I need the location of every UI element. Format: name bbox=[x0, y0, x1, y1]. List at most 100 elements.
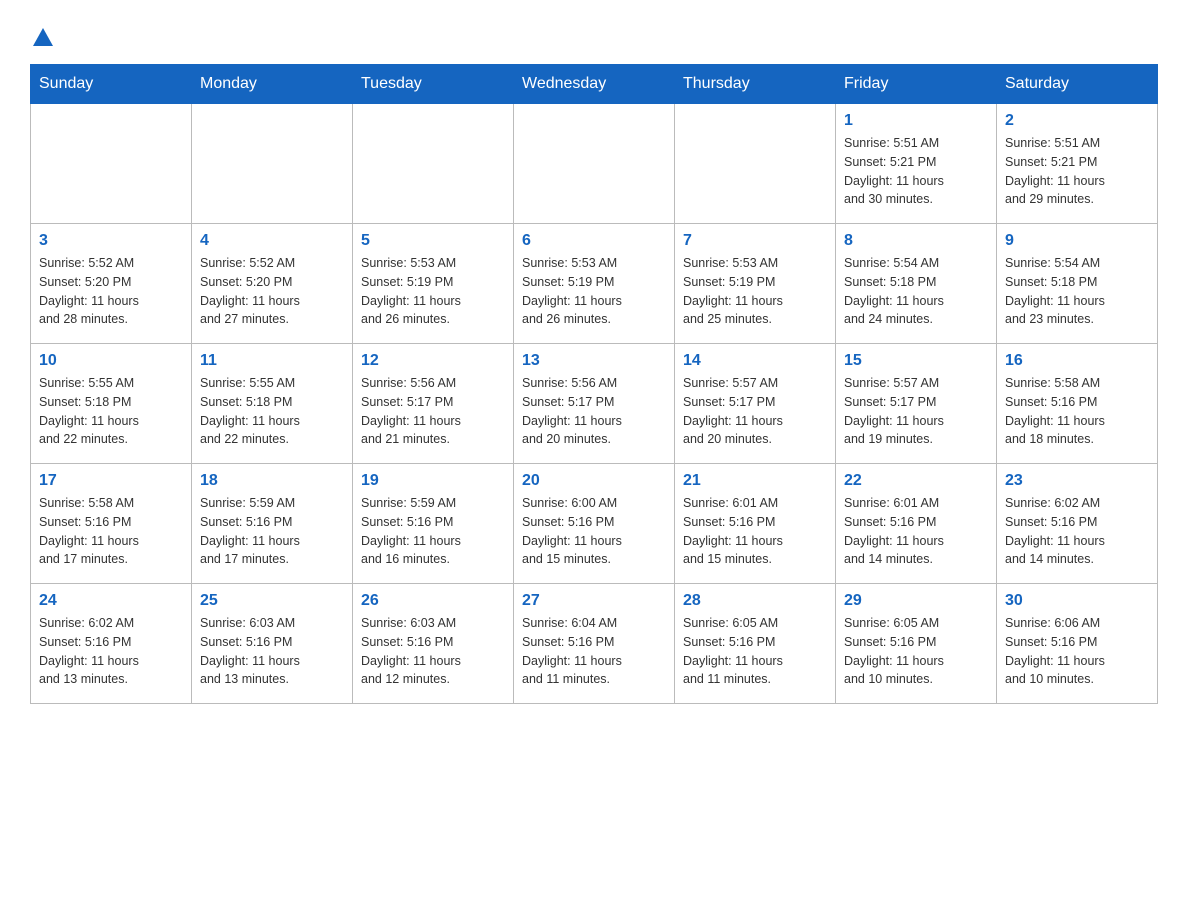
day-number: 27 bbox=[522, 592, 666, 610]
weekday-header-thursday: Thursday bbox=[675, 65, 836, 104]
weekday-header-monday: Monday bbox=[192, 65, 353, 104]
week-row-2: 3Sunrise: 5:52 AMSunset: 5:20 PMDaylight… bbox=[31, 224, 1158, 344]
calendar-cell: 2 Sunrise: 5:51 AMSunset: 5:21 PMDaylight… bbox=[997, 104, 1158, 224]
day-info: Sunrise: 6:01 AMSunset: 5:16 PMDaylight:… bbox=[844, 494, 988, 569]
day-number: 9 bbox=[1005, 232, 1149, 250]
calendar-cell: 22 Sunrise: 6:01 AMSunset: 5:16 PMDayligh… bbox=[836, 464, 997, 584]
calendar-cell: 3Sunrise: 5:52 AMSunset: 5:20 PMDaylight… bbox=[31, 224, 192, 344]
calendar-cell: 17 Sunrise: 5:58 AMSunset: 5:16 PMDayligh… bbox=[31, 464, 192, 584]
day-number: 23 bbox=[1005, 472, 1149, 490]
day-info: Sunrise: 6:05 AMSunset: 5:16 PMDaylight:… bbox=[683, 614, 827, 689]
day-info: Sunrise: 5:58 AMSunset: 5:16 PMDaylight:… bbox=[1005, 374, 1149, 449]
day-number: 10 bbox=[39, 352, 183, 370]
day-info: Sunrise: 5:59 AMSunset: 5:16 PMDaylight:… bbox=[361, 494, 505, 569]
calendar-cell: 19 Sunrise: 5:59 AMSunset: 5:16 PMDayligh… bbox=[353, 464, 514, 584]
day-info: Sunrise: 5:51 AMSunset: 5:21 PMDaylight:… bbox=[1005, 134, 1149, 209]
day-info: Sunrise: 6:06 AMSunset: 5:16 PMDaylight:… bbox=[1005, 614, 1149, 689]
day-info: Sunrise: 5:53 AMSunset: 5:19 PMDaylight:… bbox=[683, 254, 827, 329]
day-info: Sunrise: 5:59 AMSunset: 5:16 PMDaylight:… bbox=[200, 494, 344, 569]
calendar-cell: 15 Sunrise: 5:57 AMSunset: 5:17 PMDayligh… bbox=[836, 344, 997, 464]
calendar-cell bbox=[192, 104, 353, 224]
calendar-cell bbox=[675, 104, 836, 224]
day-info: Sunrise: 6:03 AMSunset: 5:16 PMDaylight:… bbox=[200, 614, 344, 689]
day-number: 15 bbox=[844, 352, 988, 370]
day-info: Sunrise: 6:05 AMSunset: 5:16 PMDaylight:… bbox=[844, 614, 988, 689]
day-number: 29 bbox=[844, 592, 988, 610]
calendar-cell: 14 Sunrise: 5:57 AMSunset: 5:17 PMDayligh… bbox=[675, 344, 836, 464]
logo-triangle-icon bbox=[33, 28, 53, 46]
day-info: Sunrise: 6:02 AMSunset: 5:16 PMDaylight:… bbox=[1005, 494, 1149, 569]
day-info: Sunrise: 5:56 AMSunset: 5:17 PMDaylight:… bbox=[522, 374, 666, 449]
calendar-cell: 30 Sunrise: 6:06 AMSunset: 5:16 PMDayligh… bbox=[997, 584, 1158, 704]
day-info: Sunrise: 6:00 AMSunset: 5:16 PMDaylight:… bbox=[522, 494, 666, 569]
weekday-header-wednesday: Wednesday bbox=[514, 65, 675, 104]
calendar-cell: 24 Sunrise: 6:02 AMSunset: 5:16 PMDayligh… bbox=[31, 584, 192, 704]
header bbox=[30, 24, 1158, 46]
week-row-3: 10 Sunrise: 5:55 AMSunset: 5:18 PMDayligh… bbox=[31, 344, 1158, 464]
day-info: Sunrise: 5:52 AMSunset: 5:20 PMDaylight:… bbox=[39, 254, 183, 329]
calendar-cell: 28 Sunrise: 6:05 AMSunset: 5:16 PMDayligh… bbox=[675, 584, 836, 704]
calendar-cell: 12Sunrise: 5:56 AMSunset: 5:17 PMDayligh… bbox=[353, 344, 514, 464]
day-number: 1 bbox=[844, 112, 988, 130]
day-info: Sunrise: 5:53 AMSunset: 5:19 PMDaylight:… bbox=[361, 254, 505, 329]
day-number: 8 bbox=[844, 232, 988, 250]
day-info: Sunrise: 5:55 AMSunset: 5:18 PMDaylight:… bbox=[200, 374, 344, 449]
day-number: 26 bbox=[361, 592, 505, 610]
day-number: 16 bbox=[1005, 352, 1149, 370]
day-number: 18 bbox=[200, 472, 344, 490]
weekday-header-row: SundayMondayTuesdayWednesdayThursdayFrid… bbox=[31, 65, 1158, 104]
day-info: Sunrise: 5:58 AMSunset: 5:16 PMDaylight:… bbox=[39, 494, 183, 569]
calendar-cell: 18 Sunrise: 5:59 AMSunset: 5:16 PMDayligh… bbox=[192, 464, 353, 584]
day-number: 22 bbox=[844, 472, 988, 490]
day-number: 13 bbox=[522, 352, 666, 370]
day-info: Sunrise: 5:55 AMSunset: 5:18 PMDaylight:… bbox=[39, 374, 183, 449]
week-row-5: 24 Sunrise: 6:02 AMSunset: 5:16 PMDayligh… bbox=[31, 584, 1158, 704]
day-info: Sunrise: 5:56 AMSunset: 5:17 PMDaylight:… bbox=[361, 374, 505, 449]
calendar-cell: 20 Sunrise: 6:00 AMSunset: 5:16 PMDayligh… bbox=[514, 464, 675, 584]
weekday-header-saturday: Saturday bbox=[997, 65, 1158, 104]
calendar-cell: 25Sunrise: 6:03 AMSunset: 5:16 PMDayligh… bbox=[192, 584, 353, 704]
day-number: 5 bbox=[361, 232, 505, 250]
day-number: 2 bbox=[1005, 112, 1149, 130]
calendar-table: SundayMondayTuesdayWednesdayThursdayFrid… bbox=[30, 64, 1158, 704]
day-number: 17 bbox=[39, 472, 183, 490]
day-info: Sunrise: 5:54 AMSunset: 5:18 PMDaylight:… bbox=[1005, 254, 1149, 329]
calendar-cell: 13 Sunrise: 5:56 AMSunset: 5:17 PMDayligh… bbox=[514, 344, 675, 464]
day-info: Sunrise: 5:51 AMSunset: 5:21 PMDaylight:… bbox=[844, 134, 988, 209]
day-info: Sunrise: 6:01 AMSunset: 5:16 PMDaylight:… bbox=[683, 494, 827, 569]
calendar-cell: 11Sunrise: 5:55 AMSunset: 5:18 PMDayligh… bbox=[192, 344, 353, 464]
day-info: Sunrise: 5:57 AMSunset: 5:17 PMDaylight:… bbox=[844, 374, 988, 449]
day-number: 21 bbox=[683, 472, 827, 490]
day-number: 7 bbox=[683, 232, 827, 250]
weekday-header-sunday: Sunday bbox=[31, 65, 192, 104]
day-info: Sunrise: 5:57 AMSunset: 5:17 PMDaylight:… bbox=[683, 374, 827, 449]
calendar-cell bbox=[31, 104, 192, 224]
weekday-header-tuesday: Tuesday bbox=[353, 65, 514, 104]
day-number: 6 bbox=[522, 232, 666, 250]
day-number: 24 bbox=[39, 592, 183, 610]
day-info: Sunrise: 6:02 AMSunset: 5:16 PMDaylight:… bbox=[39, 614, 183, 689]
day-number: 4 bbox=[200, 232, 344, 250]
day-number: 28 bbox=[683, 592, 827, 610]
calendar-cell: 23 Sunrise: 6:02 AMSunset: 5:16 PMDayligh… bbox=[997, 464, 1158, 584]
day-info: Sunrise: 6:04 AMSunset: 5:16 PMDaylight:… bbox=[522, 614, 666, 689]
day-info: Sunrise: 5:52 AMSunset: 5:20 PMDaylight:… bbox=[200, 254, 344, 329]
week-row-4: 17 Sunrise: 5:58 AMSunset: 5:16 PMDayligh… bbox=[31, 464, 1158, 584]
calendar-cell: 10 Sunrise: 5:55 AMSunset: 5:18 PMDayligh… bbox=[31, 344, 192, 464]
day-info: Sunrise: 6:03 AMSunset: 5:16 PMDaylight:… bbox=[361, 614, 505, 689]
calendar-cell: 26 Sunrise: 6:03 AMSunset: 5:16 PMDayligh… bbox=[353, 584, 514, 704]
calendar-cell: 21 Sunrise: 6:01 AMSunset: 5:16 PMDayligh… bbox=[675, 464, 836, 584]
calendar-cell: 29 Sunrise: 6:05 AMSunset: 5:16 PMDayligh… bbox=[836, 584, 997, 704]
calendar-cell: 9 Sunrise: 5:54 AMSunset: 5:18 PMDaylight… bbox=[997, 224, 1158, 344]
calendar-cell: 1 Sunrise: 5:51 AMSunset: 5:21 PMDaylight… bbox=[836, 104, 997, 224]
calendar-cell: 4 Sunrise: 5:52 AMSunset: 5:20 PMDaylight… bbox=[192, 224, 353, 344]
calendar-cell: 7 Sunrise: 5:53 AMSunset: 5:19 PMDaylight… bbox=[675, 224, 836, 344]
calendar-cell: 5 Sunrise: 5:53 AMSunset: 5:19 PMDaylight… bbox=[353, 224, 514, 344]
calendar-cell bbox=[353, 104, 514, 224]
day-number: 20 bbox=[522, 472, 666, 490]
day-number: 14 bbox=[683, 352, 827, 370]
day-info: Sunrise: 5:53 AMSunset: 5:19 PMDaylight:… bbox=[522, 254, 666, 329]
day-number: 30 bbox=[1005, 592, 1149, 610]
day-number: 19 bbox=[361, 472, 505, 490]
calendar-cell: 27 Sunrise: 6:04 AMSunset: 5:16 PMDayligh… bbox=[514, 584, 675, 704]
